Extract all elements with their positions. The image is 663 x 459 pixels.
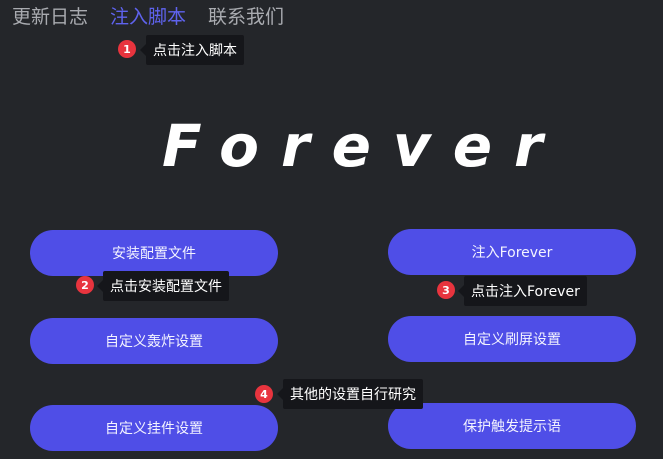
install-config-button[interactable]: 安装配置文件 [30,230,278,276]
tab-bar: 更新日志 注入脚本 联系我们 [12,4,284,30]
guide-marker-2: 2 [76,276,94,294]
guide-tooltip-2: 点击安装配置文件 [97,271,229,301]
hero-title: Forever [162,112,565,180]
tab-contact-us[interactable]: 联系我们 [208,4,284,30]
inject-forever-button[interactable]: 注入Forever [388,229,636,275]
guide-tooltip-4: 其他的设置自行研究 [277,379,423,409]
custom-refresh-settings-button[interactable]: 自定义刷屏设置 [388,316,636,362]
guide-marker-4: 4 [255,385,273,403]
tab-inject-script[interactable]: 注入脚本 [110,4,186,30]
tab-update-log[interactable]: 更新日志 [12,4,88,30]
protect-trigger-message-button[interactable]: 保护触发提示语 [388,403,636,449]
custom-bomb-settings-button[interactable]: 自定义轰炸设置 [30,318,278,364]
guide-tooltip-3: 点击注入Forever [458,276,587,306]
custom-hook-settings-button[interactable]: 自定义挂件设置 [30,405,278,451]
guide-marker-3: 3 [437,281,455,299]
guide-tooltip-1: 点击注入脚本 [140,35,244,65]
guide-marker-1: 1 [118,40,136,58]
